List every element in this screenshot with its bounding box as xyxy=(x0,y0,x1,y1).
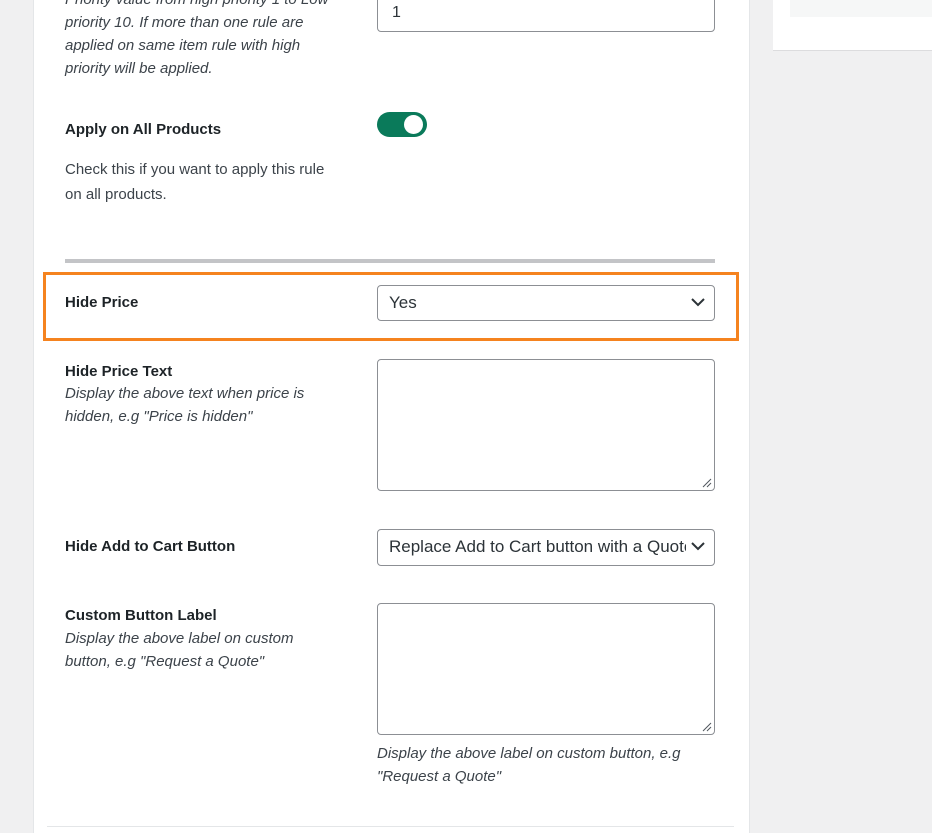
chevron-down-icon xyxy=(691,298,705,307)
custom-label-description: Display the above label on custom button… xyxy=(65,627,293,673)
hide-cart-label: Hide Add to Cart Button xyxy=(65,538,236,555)
priority-description-line: applied on same item rule with high xyxy=(65,37,301,54)
section-divider xyxy=(65,259,715,263)
custom-label-description-line: button, e.g "Request a Quote" xyxy=(65,653,265,670)
resize-grip-icon[interactable] xyxy=(702,478,712,488)
apply-all-label: Apply on All Products xyxy=(65,121,222,138)
priority-input[interactable] xyxy=(377,0,715,32)
custom-label-help: Display the above label on custom button… xyxy=(377,742,681,788)
hide-price-text-description-line: Display the above text when price is xyxy=(65,385,305,402)
chevron-down-icon xyxy=(691,542,705,551)
custom-label-help-line: Display the above label on custom button… xyxy=(377,745,681,762)
apply-all-description-line: on all products. xyxy=(65,186,167,203)
priority-description-line: priority 10. If more than one rule are xyxy=(65,14,304,31)
hide-price-select[interactable]: Yes xyxy=(377,285,715,321)
custom-label-label: Custom Button Label xyxy=(65,607,217,624)
section-bottom-divider xyxy=(47,826,734,827)
hide-cart-selected: Replace Add to Cart button with a Quote xyxy=(389,537,686,556)
apply-all-toggle[interactable] xyxy=(377,112,427,137)
hide-price-text-description: Display the above text when price is hid… xyxy=(65,382,304,428)
hide-cart-select[interactable]: Replace Add to Cart button with a Quote xyxy=(377,529,715,566)
hide-price-label: Hide Price xyxy=(65,294,139,311)
custom-label-description-line: Display the above label on custom xyxy=(65,630,294,647)
priority-description-line: priority will be applied. xyxy=(65,60,213,77)
custom-label-textarea[interactable] xyxy=(377,603,715,735)
toggle-knob xyxy=(404,115,423,134)
hide-price-text-label: Hide Price Text xyxy=(65,363,173,380)
hide-price-text-description-line: hidden, e.g "Price is hidden" xyxy=(65,408,253,425)
apply-all-description: Check this if you want to apply this rul… xyxy=(65,157,324,207)
custom-label-help-line: "Request a Quote" xyxy=(377,768,502,785)
resize-grip-icon[interactable] xyxy=(702,722,712,732)
priority-description-line: Priority value from high priority 1 to L… xyxy=(65,0,328,11)
priority-description: Priority value from high priority 1 to L… xyxy=(65,0,328,80)
apply-all-description-line: Check this if you want to apply this rul… xyxy=(65,161,325,178)
sidebar-box-inner xyxy=(790,0,932,17)
hide-price-text-textarea[interactable] xyxy=(377,359,715,491)
hide-price-selected: Yes xyxy=(389,293,417,312)
